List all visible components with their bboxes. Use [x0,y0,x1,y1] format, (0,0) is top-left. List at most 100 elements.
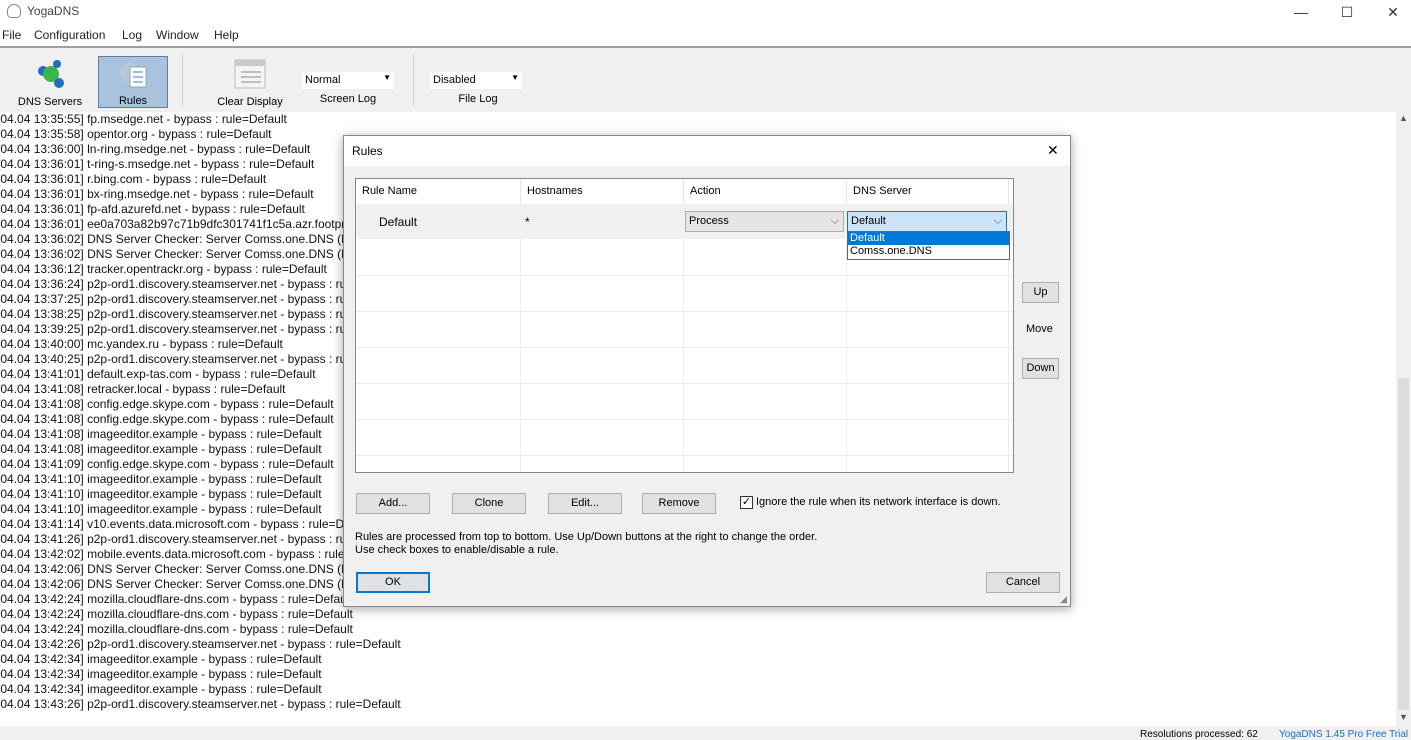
log-line: [04.04 13:35:55] fp.msedge.net - bypass … [0,112,287,126]
file-log-value: Disabled [433,74,476,86]
cancel-button[interactable]: Cancel [986,572,1060,593]
log-line: [04.04 13:42:26] p2p-ord1.discovery.stea… [0,637,401,651]
scrollbar-thumb[interactable] [1398,378,1409,710]
log-line: [04.04 13:39:25] p2p-ord1.discovery.stea… [0,322,356,336]
dropdown-option-default[interactable]: Default [848,232,1009,245]
dns-server-value: Default [851,215,886,227]
scroll-up-icon[interactable]: ▲ [1399,113,1408,123]
down-button[interactable]: Down [1022,358,1059,379]
chevron-down-icon: ⌵ [993,215,1002,227]
menu-window[interactable]: Window [156,28,199,42]
file-log-select[interactable]: Disabled ▼ [430,72,522,89]
log-line: [04.04 13:36:01] ee0a703a82b97c71b9dfc30… [0,217,365,231]
clear-display-label: Clear Display [217,96,283,108]
edit-button[interactable]: Edit... [548,493,622,514]
menu-file[interactable]: File [2,28,21,42]
app-title: YogaDNS [27,4,80,18]
rules-label: Rules [118,95,148,107]
column-header-dns-server[interactable]: DNS Server [847,179,1009,204]
resolutions-count: Resolutions processed: 62 [1140,729,1258,740]
toolbar-divider [182,54,183,106]
dropdown-option-comss[interactable]: Comss.one.DNS [848,245,1009,258]
ignore-checkbox-label[interactable]: Ignore the rule when its network interfa… [756,496,1001,508]
menu-log[interactable]: Log [122,28,142,42]
log-line: [04.04 13:41:08] config.edge.skype.com -… [0,397,334,411]
rules-dialog: Rules ✕ Rule Name Hostnames Action DNS S… [343,135,1071,607]
dialog-close-button[interactable]: ✕ [1047,142,1059,159]
toolbar: DNS Servers Rules Clear Display Normal ▼… [0,46,1411,112]
log-line: [04.04 13:43:26] p2p-ord1.discovery.stea… [0,697,401,711]
log-line: [04.04 13:41:08] imageeditor.example - b… [0,427,322,441]
chevron-down-icon: ▼ [511,73,519,82]
log-line: [04.04 13:41:10] imageeditor.example - b… [0,472,322,486]
log-line: [04.04 13:41:01] default.exp-tas.com - b… [0,367,316,381]
add-button[interactable]: Add... [356,493,430,514]
help-text-1: Rules are processed from top to bottom. … [355,531,818,543]
toolbar-divider [413,54,414,106]
scroll-down-icon[interactable]: ▼ [1399,712,1408,722]
ignore-checkbox[interactable]: ✓ [740,496,753,509]
log-line: [04.04 13:36:02] DNS Server Checker: Ser… [0,247,367,261]
app-logo-icon [7,4,21,18]
log-line: [04.04 13:42:24] mozilla.cloudflare-dns.… [0,607,353,621]
dns-servers-label: DNS Servers [17,96,83,108]
minimize-button[interactable]: — [1278,0,1324,24]
help-text-2: Use check boxes to enable/disable a rule… [355,544,559,556]
dns-servers-button[interactable]: DNS Servers [12,56,88,108]
hostnames-cell: * [525,215,530,229]
log-line: [04.04 13:42:24] mozilla.cloudflare-dns.… [0,622,353,636]
rules-button[interactable]: Rules [98,56,168,108]
log-line: [04.04 13:42:34] imageeditor.example - b… [0,682,322,696]
title-bar: YogaDNS — ☐ ✕ [0,0,1411,24]
dialog-title-bar: Rules ✕ [344,136,1070,166]
log-line: [04.04 13:36:01] bx-ring.msedge.net - by… [0,187,314,201]
log-line: [04.04 13:36:02] DNS Server Checker: Ser… [0,232,367,246]
log-line: [04.04 13:41:08] retracker.local - bypas… [0,382,286,396]
dialog-title: Rules [352,144,383,158]
up-button[interactable]: Up [1022,282,1059,303]
clear-display-icon [234,59,266,89]
log-line: [04.04 13:37:25] p2p-ord1.discovery.stea… [0,292,356,306]
log-line: [04.04 13:41:26] p2p-ord1.discovery.stea… [0,532,356,546]
column-header-action[interactable]: Action [684,179,847,204]
close-button[interactable]: ✕ [1370,0,1411,24]
log-line: [04.04 13:42:24] mozilla.cloudflare-dns.… [0,592,353,606]
maximize-button[interactable]: ☐ [1324,0,1370,24]
remove-button[interactable]: Remove [642,493,716,514]
screen-log-select[interactable]: Normal ▼ [302,72,394,89]
log-line: [04.04 13:36:01] r.bing.com - bypass : r… [0,172,267,186]
log-line: [04.04 13:40:00] mc.yandex.ru - bypass :… [0,337,283,351]
action-select[interactable]: Process ⌵ [685,211,844,232]
version-link[interactable]: YogaDNS 1.45 Pro Free Trial [1279,729,1408,740]
move-label: Move [1026,323,1053,335]
column-header-hostnames[interactable]: Hostnames [521,179,684,204]
action-value: Process [689,215,729,227]
status-bar: Resolutions processed: 62 YogaDNS 1.45 P… [0,726,1411,740]
screen-log-label: Screen Log [319,93,377,105]
menu-bar: File Configuration Log Window Help [0,26,1411,46]
rules-table: Rule Name Hostnames Action DNS Server De… [355,178,1014,473]
log-line: [04.04 13:35:58] opentor.org - bypass : … [0,127,272,141]
menu-help[interactable]: Help [214,28,239,42]
resize-grip-icon[interactable]: ◢ [1060,594,1067,605]
log-line: [04.04 13:42:06] DNS Server Checker: Ser… [0,562,367,576]
log-line: [04.04 13:38:25] p2p-ord1.discovery.stea… [0,307,356,321]
log-line: [04.04 13:42:34] imageeditor.example - b… [0,652,322,666]
log-line: [04.04 13:41:08] config.edge.skype.com -… [0,412,334,426]
log-line: [04.04 13:41:09] config.edge.skype.com -… [0,457,334,471]
ok-button[interactable]: OK [356,572,430,593]
log-line: [04.04 13:36:01] t-ring-s.msedge.net - b… [0,157,315,171]
log-line: [04.04 13:42:34] imageeditor.example - b… [0,667,322,681]
log-line: [04.04 13:36:24] p2p-ord1.discovery.stea… [0,277,356,291]
log-line: [04.04 13:36:01] fp-afd.azurefd.net - by… [0,202,305,216]
log-line: [04.04 13:42:06] DNS Server Checker: Ser… [0,577,367,591]
dns-server-select[interactable]: Default ⌵ [847,211,1007,232]
log-line: [04.04 13:41:10] imageeditor.example - b… [0,502,322,516]
menu-configuration[interactable]: Configuration [34,28,105,42]
clear-display-button[interactable]: Clear Display [212,56,288,108]
column-header-rule-name[interactable]: Rule Name [356,179,521,204]
log-line: [04.04 13:42:02] mobile.events.data.micr… [0,547,352,561]
clone-button[interactable]: Clone [452,493,526,514]
log-line: [04.04 13:36:00] ln-ring.msedge.net - by… [0,142,311,156]
log-line: [04.04 13:41:10] imageeditor.example - b… [0,487,322,501]
